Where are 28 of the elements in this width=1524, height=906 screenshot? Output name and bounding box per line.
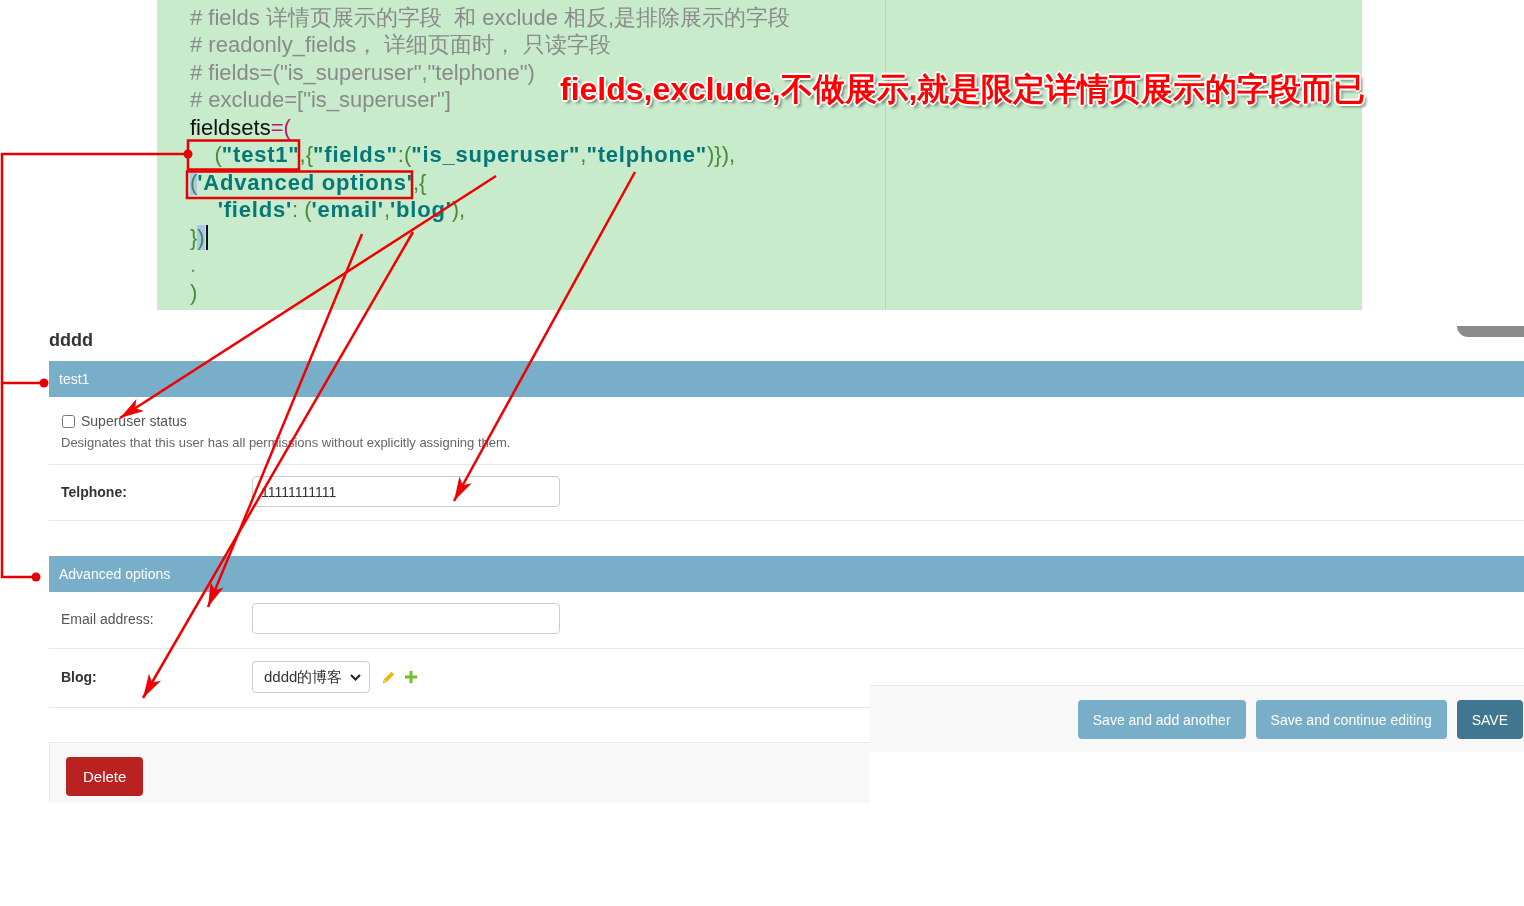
code-line: # fields=("is_superuser","telphone") [190, 61, 535, 84]
cropped-shape [1457, 326, 1524, 337]
chevron-down-icon [350, 673, 362, 681]
code-line: # readonly_fields， 详细页面时， 只读字段 [190, 34, 611, 57]
select-field[interactable]: dddd的博客 [252, 661, 371, 693]
annotation-text: fields,exclude,不做展示,就是限定详情页展示的字段而已 [560, 70, 1366, 108]
fieldset-header: test1 [49, 361, 1524, 397]
field-label: Email address: [61, 610, 155, 627]
code-line: fieldsets=( [190, 116, 291, 139]
field-label: Blog: [61, 669, 98, 685]
checkbox-label: Superuser status [81, 413, 187, 429]
code-line: # exclude=["is_superuser"] [190, 89, 451, 112]
code-line: }) [190, 226, 205, 249]
delete-button[interactable]: Delete [66, 757, 144, 796]
text-input[interactable] [252, 603, 560, 634]
text-input[interactable]: 11111111111 [252, 476, 560, 507]
fieldset-header: Advanced options [49, 556, 1524, 592]
save-button[interactable]: SAVE [1456, 700, 1523, 739]
plus-icon[interactable] [405, 671, 418, 683]
page-title: dddd [49, 329, 93, 351]
code-line: . [190, 254, 197, 277]
checkbox[interactable] [62, 414, 75, 428]
code-line: ) [190, 281, 198, 304]
field-label: Telphone: [61, 483, 128, 500]
code-line: ("test1",{"fields":("is_superuser","telphone")}), [213, 144, 736, 167]
pencil-icon[interactable] [382, 670, 396, 684]
code-line: ('Advanced options',{ [190, 171, 427, 194]
code-line: # fields 详情页展示的字段 和 exclude 相反,是排除展示的字段 [190, 6, 791, 29]
